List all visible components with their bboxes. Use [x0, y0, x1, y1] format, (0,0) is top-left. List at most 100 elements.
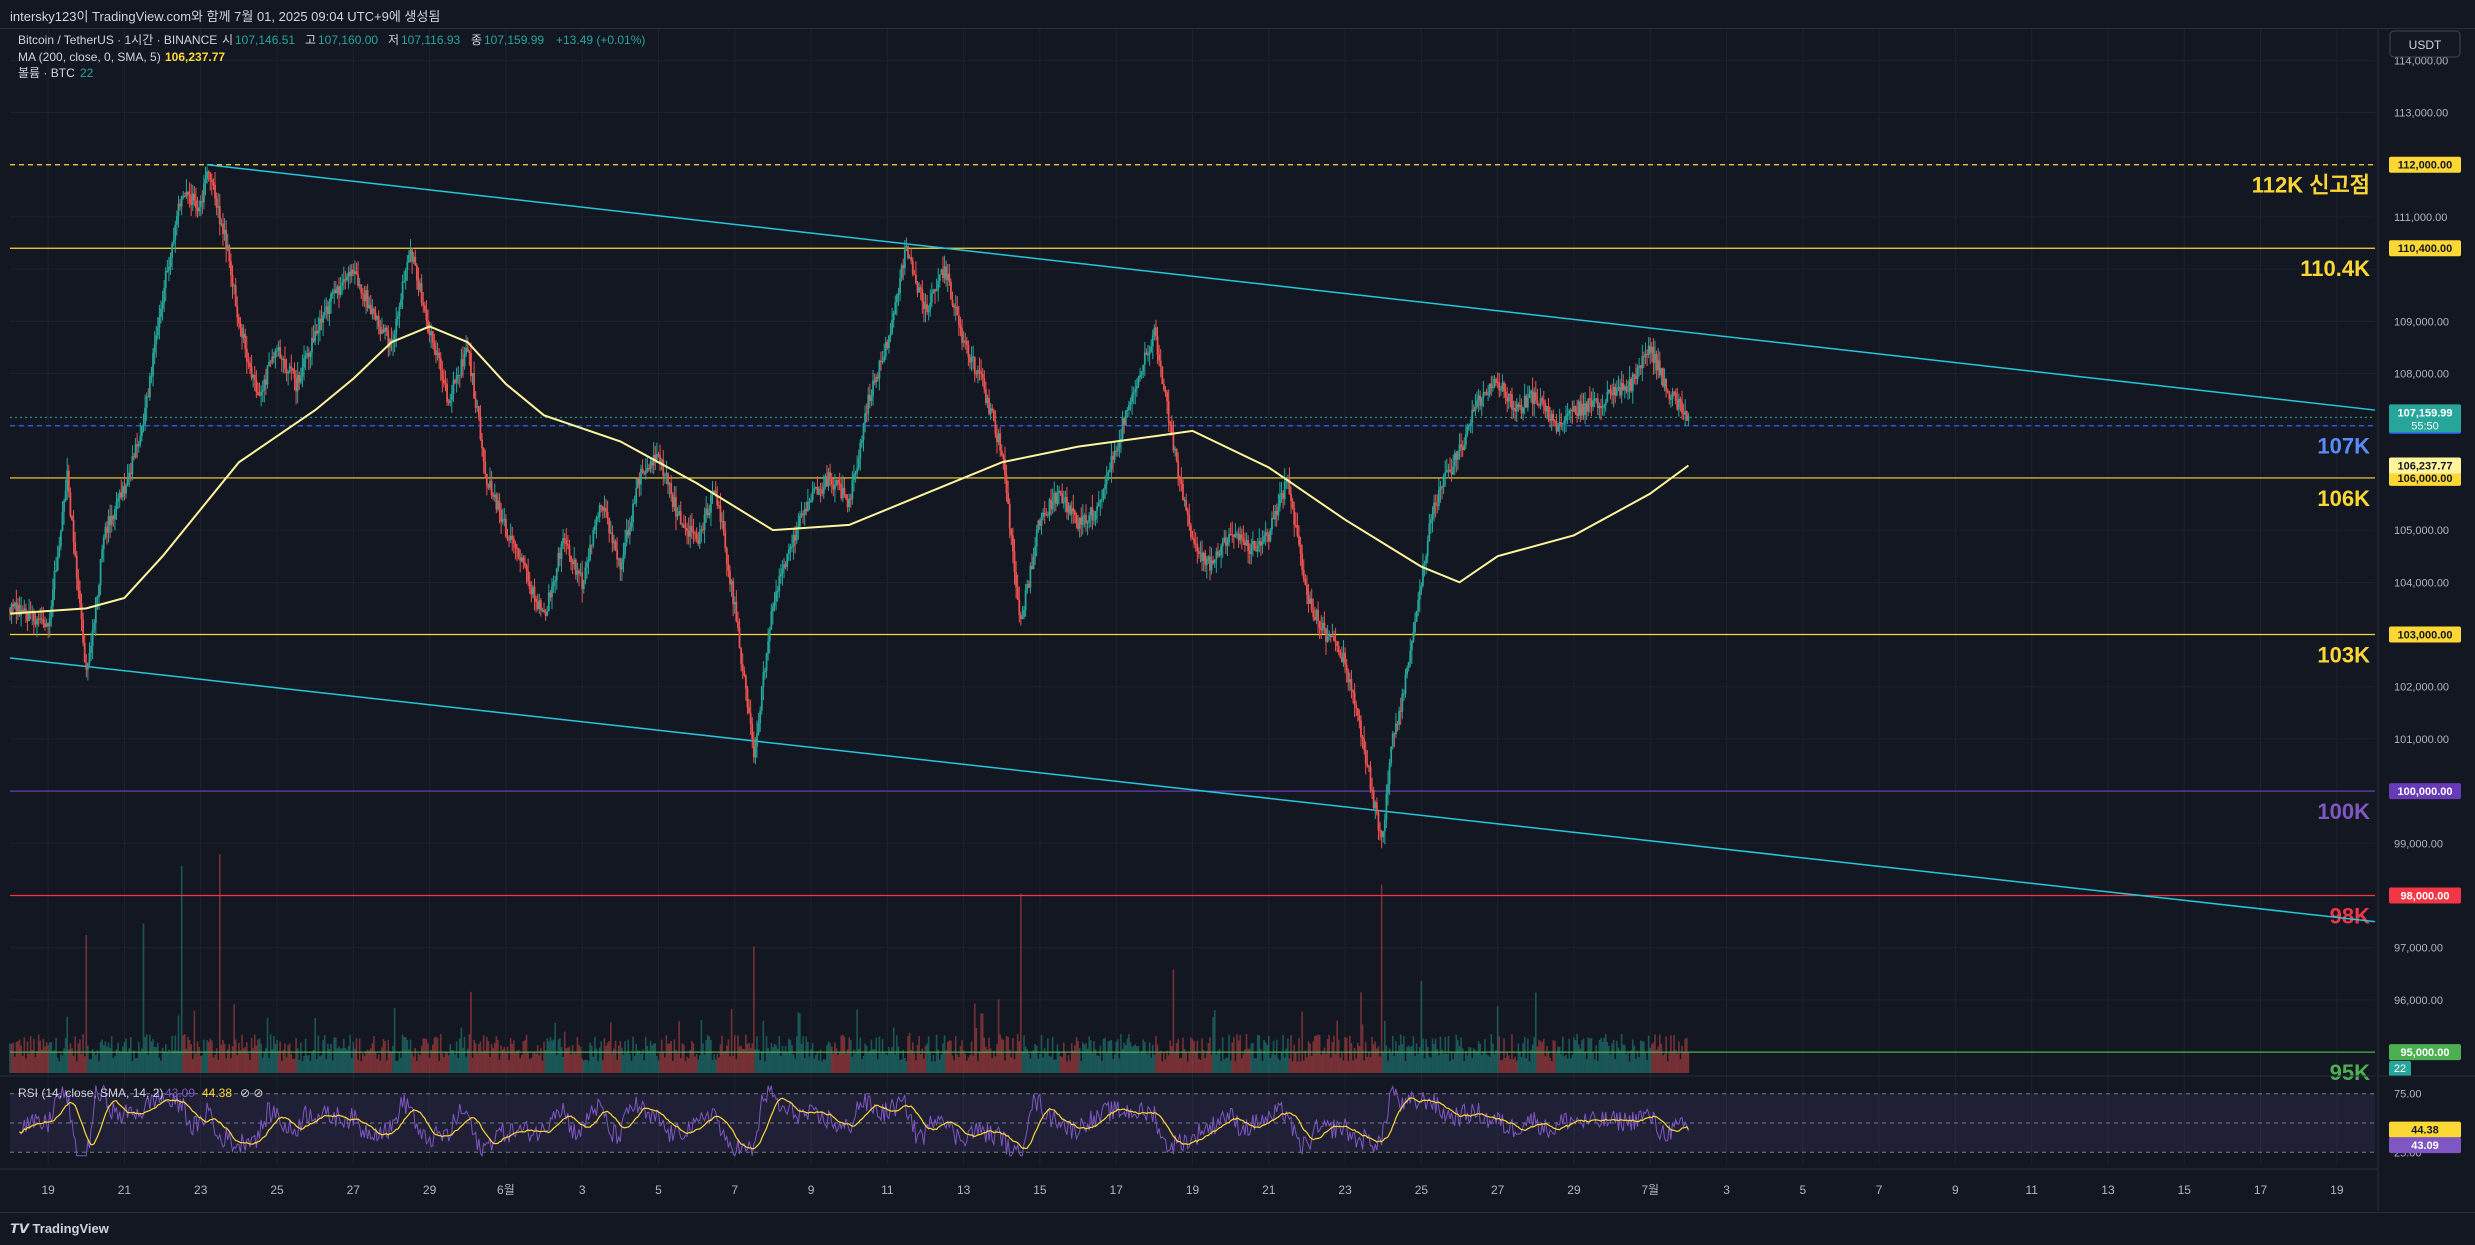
candle-body: [722, 521, 725, 532]
candle-body: [778, 576, 781, 592]
volume-bar: [603, 1038, 606, 1073]
candle-body: [1363, 738, 1366, 751]
volume-bar: [346, 1049, 348, 1073]
volume-bar: [1412, 1036, 1415, 1073]
volume-bar: [1598, 1039, 1601, 1073]
candle-body: [1302, 569, 1305, 579]
candle-body: [471, 373, 474, 377]
candle-body: [1329, 634, 1332, 637]
volume-bar: [567, 1047, 569, 1073]
candle-body: [1441, 486, 1443, 488]
candle-body: [986, 398, 989, 404]
candle-body: [94, 597, 97, 624]
candle-body: [1108, 469, 1111, 473]
candle-body: [735, 602, 738, 622]
volume-bar: [940, 1054, 943, 1073]
candle-body: [1280, 493, 1283, 495]
volume-bar: [55, 1038, 57, 1073]
volume-bar: [1253, 1058, 1256, 1073]
candle-body: [740, 647, 743, 665]
tradingview-logo[interactable]: 𝙏𝙑 TradingView: [10, 1221, 109, 1237]
volume-bar: [1005, 1035, 1008, 1073]
chart-area[interactable]: 112K 신고점 110.4K 107K 106K 103K 100K 98K 95K 114…: [0, 29, 2475, 1211]
candle-body: [1350, 679, 1353, 691]
volume-bar: [1558, 1046, 1561, 1073]
candle-body: [1156, 336, 1159, 355]
candle-body: [1050, 499, 1052, 510]
attribution-text: intersky123이 TradingView.com와 함께 7월 01, …: [10, 9, 441, 24]
candle-body: [899, 278, 901, 294]
candle-body: [358, 284, 361, 286]
eye-icon[interactable]: ⊘ ⊘: [240, 1086, 263, 1100]
candle-body: [90, 645, 92, 654]
volume-bar: [379, 1060, 382, 1073]
candle-body: [1237, 533, 1240, 541]
candle-body: [1046, 514, 1049, 516]
volume-bar: [849, 1039, 852, 1073]
candle-body: [1151, 335, 1154, 347]
candle-body: [131, 456, 134, 475]
candle-body: [1355, 704, 1358, 709]
volume-bar: [573, 1052, 576, 1073]
candle-body: [1228, 533, 1230, 543]
volume-bar: [474, 1043, 477, 1073]
candle-body: [330, 293, 332, 302]
candle-body: [783, 564, 785, 569]
candle-body: [862, 423, 865, 440]
candle-body: [975, 373, 978, 375]
volume-bar: [401, 1034, 404, 1073]
volume-bar: [808, 1056, 811, 1073]
candle-body: [179, 203, 181, 207]
volume-bar: [1150, 1057, 1152, 1073]
candle-body: [79, 590, 81, 604]
volume-bar: [958, 1057, 960, 1073]
volume-bar: [1002, 1040, 1005, 1073]
candle-body: [1671, 391, 1674, 399]
volume-bar: [664, 1057, 666, 1073]
price-chart[interactable]: 112K 신고점110.4K107K106K103K100K98K95K 114…: [0, 29, 2475, 1211]
candle-body: [1550, 413, 1553, 421]
volume-bar: [609, 1022, 612, 1073]
candle-body: [1388, 762, 1391, 785]
candle-body: [1116, 448, 1119, 452]
candle-body: [1364, 750, 1367, 764]
volume-bar: [1471, 1058, 1474, 1073]
candle-body: [10, 603, 13, 613]
candle-body: [1134, 388, 1137, 393]
candle-body: [703, 514, 706, 530]
candle-body: [770, 611, 773, 630]
candle-body: [166, 270, 169, 272]
candle-body: [1056, 492, 1059, 504]
volume-bar: [578, 1044, 580, 1073]
candle-body: [50, 606, 53, 618]
volume-bar: [225, 1058, 227, 1073]
candle-body: [837, 480, 839, 484]
candle-body: [1425, 555, 1428, 564]
currency-button[interactable]: USDT: [2389, 30, 2461, 58]
candle-body: [172, 239, 175, 244]
candle-body: [1023, 609, 1025, 617]
volume-bar: [942, 1043, 944, 1073]
candle-body: [82, 619, 85, 643]
volume-bar: [309, 1061, 312, 1073]
volume-bar: [381, 1047, 383, 1073]
volume-bar: [528, 1059, 531, 1073]
candle-body: [1039, 520, 1041, 526]
candle-body: [117, 498, 119, 502]
candle-body: [241, 327, 243, 338]
candle-body: [485, 473, 488, 485]
volume-bar: [865, 1045, 868, 1073]
volume-bar: [479, 1041, 482, 1073]
candle-body: [1430, 519, 1432, 524]
volume-bar: [830, 1046, 833, 1073]
candle-body: [981, 373, 984, 379]
volume-bar: [1031, 1052, 1033, 1073]
volume-bar: [33, 1038, 35, 1073]
candle-body: [1663, 379, 1666, 387]
volume-bar: [1384, 1020, 1386, 1073]
candle-body: [1155, 327, 1157, 337]
candle-body: [1515, 404, 1518, 412]
candle-body: [1123, 417, 1126, 426]
candle-body: [230, 261, 232, 276]
candle-body: [145, 396, 148, 408]
